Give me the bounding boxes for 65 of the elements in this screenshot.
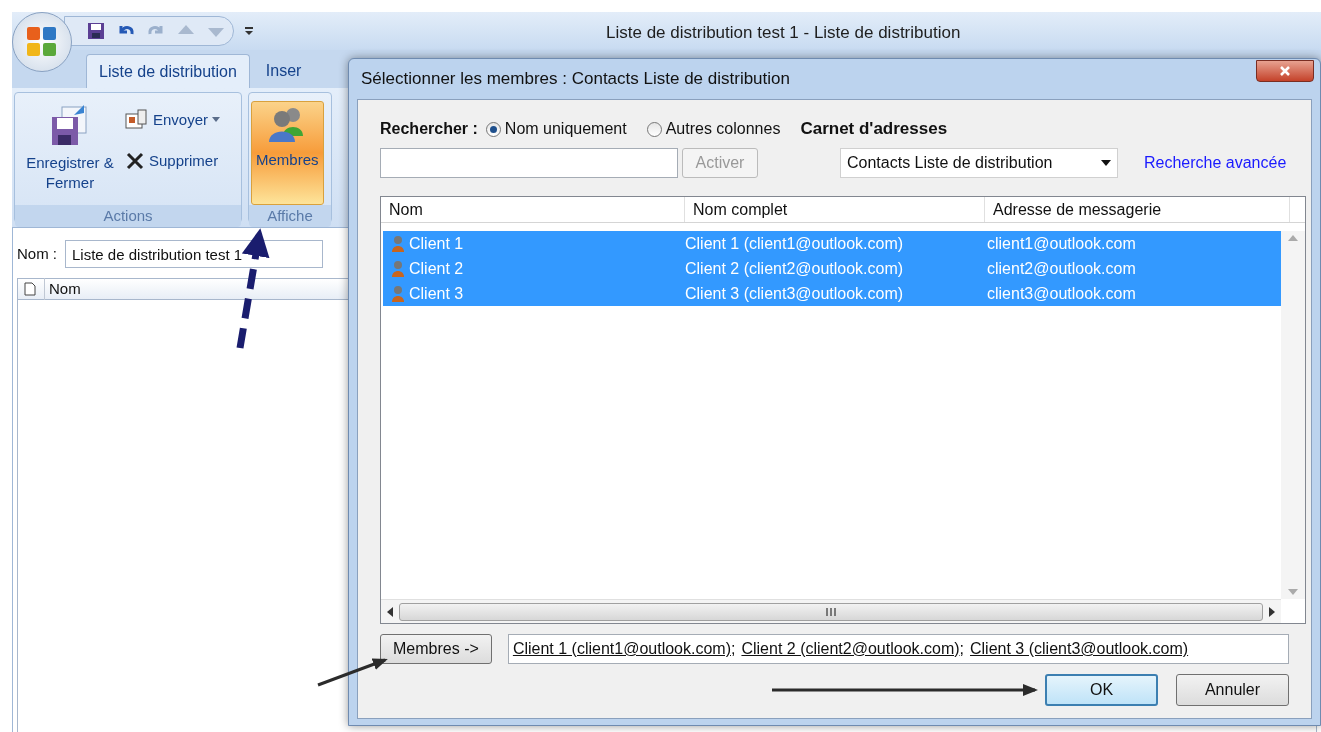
table-cell-text: Client 1 — [409, 233, 464, 254]
arrow — [317, 658, 388, 687]
radio-option[interactable]: Autres colonnes — [646, 117, 781, 141]
table-cell-text: Client 1 (client1@outlook.com) — [685, 233, 904, 254]
send-icon — [125, 109, 149, 132]
dropdown-arrow-icon — [1101, 160, 1111, 166]
group-label: Affiche — [267, 205, 313, 226]
office-logo-icon — [25, 25, 59, 59]
column-header[interactable]: Nom complet — [685, 197, 985, 222]
close-button[interactable] — [1256, 60, 1314, 82]
section-label: Carnet d'adresses — [800, 118, 948, 141]
table-cell-text: Client 3 (client3@outlook.com) — [685, 283, 904, 304]
scroll-up-icon[interactable] — [1288, 235, 1298, 241]
radio-button[interactable] — [646, 121, 662, 137]
table-cell-text: client3@outlook.com — [987, 283, 1136, 304]
search-label: Rechercher : — [380, 119, 478, 139]
ribbon-tab[interactable]: Inser — [253, 54, 314, 88]
table-cell-text: Client 2 (client2@outlook.com) — [685, 258, 904, 279]
member-link[interactable]: Client 3 (client3@outlook.com) — [970, 637, 1189, 661]
column-header[interactable]: Adresse de messagerie — [985, 197, 1290, 222]
horizontal-scrollbar[interactable] — [381, 599, 1281, 623]
ribbon-button[interactable]: Membres — [251, 101, 324, 205]
customize-menu-icon[interactable] — [244, 26, 254, 36]
advanced-search-link[interactable]: Recherche avancée — [1144, 151, 1287, 175]
table-cell-text: Client 2 — [409, 258, 464, 279]
name-field[interactable]: Liste de distribution test 1 — [65, 240, 323, 268]
separator: ; — [959, 639, 964, 659]
scroll-thumb[interactable] — [399, 602, 1263, 621]
members-button[interactable]: Membres -> — [380, 634, 492, 664]
ribbon-button[interactable]: Envoyer — [125, 109, 221, 132]
contact-icon — [391, 234, 405, 253]
members-field[interactable]: Client 1 (client1@outlook.com); Client 2 (client2@outlook.com); Client 3 (client3@outlook.com) — [507, 634, 1289, 664]
search-field[interactable] — [380, 148, 678, 178]
separator: ; — [731, 639, 736, 659]
radio-button[interactable] — [485, 121, 501, 137]
contact-icon — [391, 259, 405, 278]
save-icon[interactable] — [87, 22, 105, 40]
column-header[interactable]: Nom — [381, 197, 685, 222]
ribbon-button[interactable]: Enregistrer & Fermer — [19, 101, 121, 205]
ribbon-button[interactable]: Supprimer — [125, 149, 221, 172]
radio-option[interactable]: Nom uniquement — [485, 117, 627, 141]
contact-icon — [391, 284, 405, 303]
group-label: Actions — [103, 205, 153, 226]
vertical-scrollbar[interactable] — [1281, 231, 1305, 599]
dialog-button[interactable]: Annuler — [1176, 674, 1289, 706]
column-header[interactable]: Nom — [44, 277, 81, 301]
delete-icon — [125, 150, 145, 171]
ribbon-tab[interactable]: Liste de distribution — [86, 54, 250, 88]
field-label: Nom : — [17, 243, 57, 264]
table-cell-text: Client 3 — [409, 283, 464, 304]
dialog-title: Sélectionner les membres : Contacts Liste de distribution — [361, 68, 790, 91]
dialog-button[interactable]: OK — [1045, 674, 1158, 706]
address-book-dropdown[interactable]: Contacts Liste de distribution — [840, 148, 1118, 178]
scroll-left-icon[interactable] — [387, 606, 393, 617]
scroll-down-icon[interactable] — [1288, 589, 1298, 595]
scroll-right-icon[interactable] — [1269, 606, 1275, 617]
window-title: Liste de distribution test 1 - Liste de distribution — [606, 22, 961, 44]
table-cell-text: client1@outlook.com — [987, 233, 1136, 254]
document-icon — [24, 282, 36, 296]
member-link[interactable]: Client 2 (client2@outlook.com) — [741, 637, 960, 661]
member-link[interactable]: Client 1 (client1@outlook.com) — [512, 637, 731, 661]
table-cell-text: client2@outlook.com — [987, 258, 1136, 279]
close-icon — [1279, 65, 1291, 77]
grip-icon — [826, 607, 836, 616]
caret-icon — [212, 117, 221, 124]
